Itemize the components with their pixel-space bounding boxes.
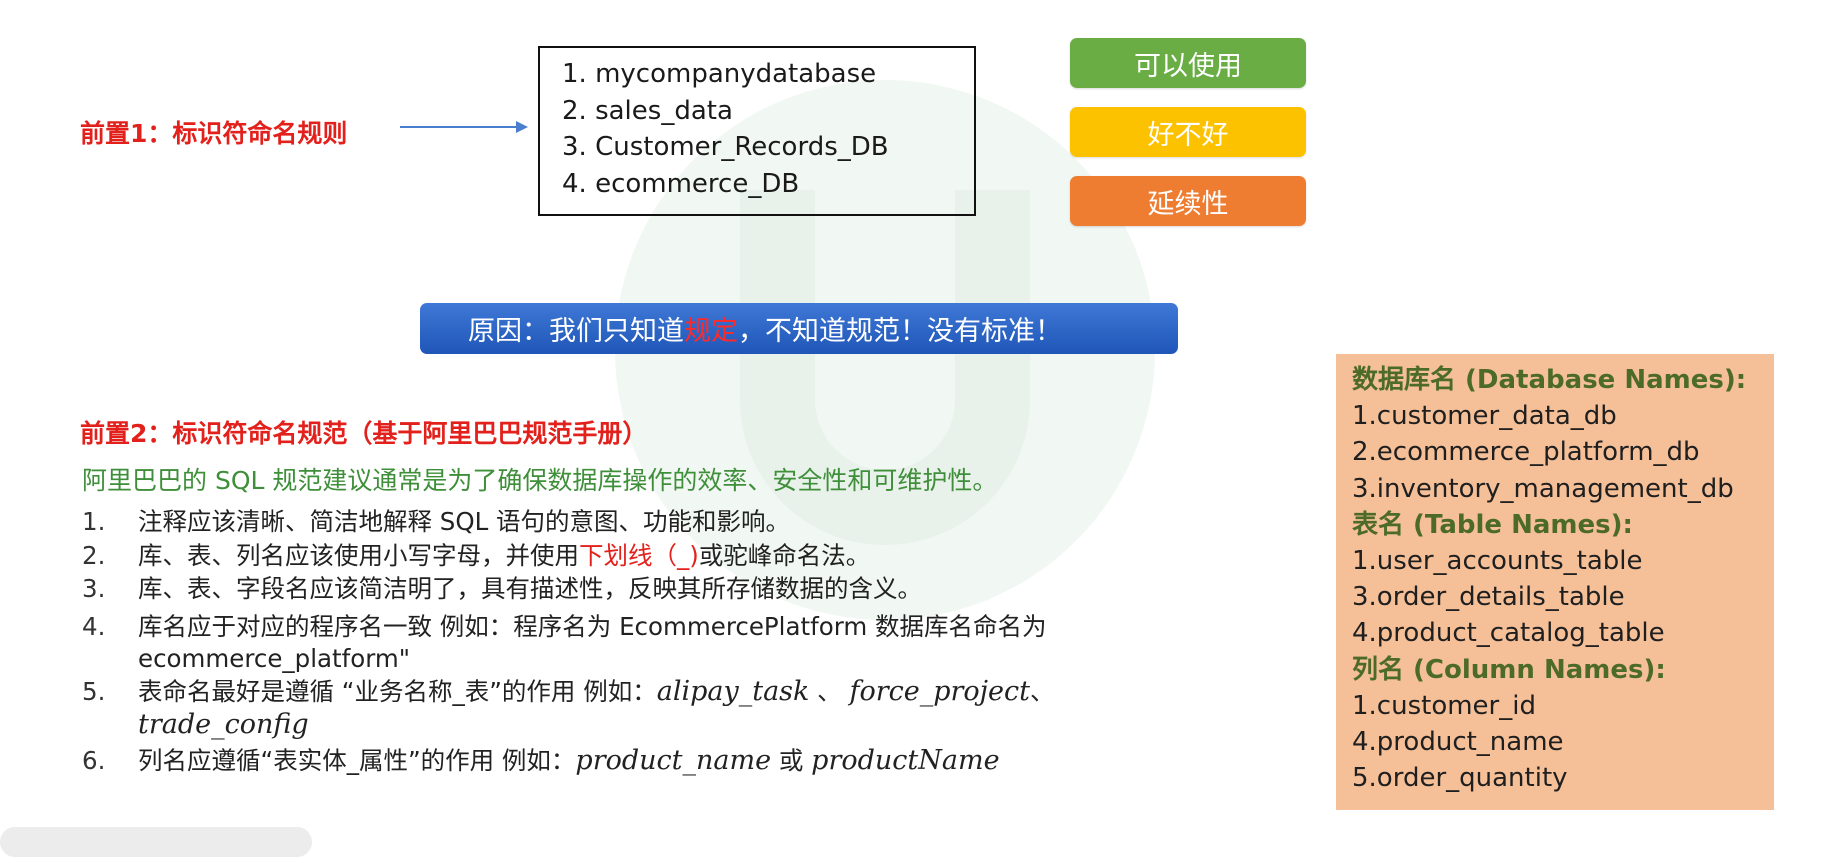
rule2-subtitle: 阿里巴巴的 SQL 规范建议通常是为了确保数据库操作的效率、安全性和可维护性。 [82, 466, 998, 495]
naming-examples-panel: 数据库名 (Database Names): 1.customer_data_d… [1336, 354, 1774, 810]
column-names-header: 列名 (Column Names): [1352, 654, 1666, 685]
list-text: 注释应该清晰、简洁地解释 SQL 语句的意图、功能和影响。 [138, 507, 791, 536]
tag-continuity: 延续性 [1070, 176, 1306, 226]
example-item: 1. mycompanydatabase [562, 59, 877, 89]
arrow-right-icon [400, 121, 528, 133]
list-item: 6. 列名应遵循“表实体_属性”的作用 例如：product_name 或 pro… [82, 746, 1000, 776]
list-number: 3. [82, 574, 106, 603]
list-text: 库名应于对应的程序名一致 例如：程序名为 EcommercePlatform 数… [138, 612, 1047, 641]
list-number: 4. [82, 612, 106, 641]
column-name-item: 5.order_quantity [1352, 763, 1568, 794]
column-name-item: 1.customer_id [1352, 690, 1536, 721]
examples-box: 1. mycompanydatabase 2. sales_data 3. Cu… [538, 46, 976, 216]
example-productName: productName [811, 745, 1000, 776]
table-names-header: 表名 (Table Names): [1352, 509, 1633, 540]
banner-highlight: 规定 [684, 316, 738, 347]
example-item: 4. ecommerce_DB [562, 168, 800, 199]
database-name-item: 1.customer_data_db [1352, 401, 1617, 432]
example-product-name: product_name [575, 745, 772, 776]
tag-good-or-not: 好不好 [1070, 107, 1306, 157]
list-item: 4. 库名应于对应的程序名一致 例如：程序名为 EcommercePlatform… [82, 612, 1047, 642]
example-item: 3. Customer_Records_DB [562, 132, 889, 162]
tag-usable: 可以使用 [1070, 38, 1306, 88]
database-names-header: 数据库名 (Database Names): [1352, 365, 1747, 395]
banner-prefix: 原因：我们只知道 [468, 316, 684, 347]
list-text: 表命名最好是遵循 “业务名称_表”的作用 例如： [138, 677, 657, 706]
separator: 、 [1030, 677, 1055, 706]
table-name-item: 3.order_details_table [1352, 582, 1625, 613]
list-text: 库、表、列名应该使用小写字母，并使用 [138, 541, 579, 570]
list-number: 5. [82, 677, 106, 706]
rule1-title: 前置1：标识符命名规则 [80, 119, 348, 148]
list-number: 1. [82, 507, 106, 536]
list-item: 1. 注释应该清晰、简洁地解释 SQL 语句的意图、功能和影响。 [82, 507, 790, 537]
list-text: 列名应遵循“表实体_属性”的作用 例如： [138, 746, 576, 775]
example-trade-config: trade_config [138, 709, 309, 740]
list-text: 库、表、字段名应该简洁明了，具有描述性，反映其所存储数据的含义。 [138, 574, 922, 603]
example-force-project: force_project [849, 676, 1030, 707]
list-continuation: ecommerce_platform" [138, 644, 411, 673]
underscore-highlight: 下划线（_) [579, 541, 699, 570]
banner-suffix: ，不知道规范！没有标准！ [738, 316, 1062, 347]
example-item: 2. sales_data [562, 95, 733, 126]
table-name-item: 4.product_catalog_table [1352, 618, 1665, 649]
rule2-title: 前置2：标识符命名规范（基于阿里巴巴规范手册） [80, 419, 648, 448]
list-number: 6. [82, 746, 106, 775]
list-item: 2. 库、表、列名应该使用小写字母，并使用下划线（_)或驼峰命名法。 [82, 541, 870, 571]
example-alipay-task: alipay_task [656, 676, 810, 707]
table-name-item: 1.user_accounts_table [1352, 546, 1643, 577]
list-item: 5. 表命名最好是遵循 “业务名称_表”的作用 例如：alipay_task 、 … [82, 677, 1055, 707]
column-name-item: 4.product_name [1352, 727, 1564, 758]
list-text: 或驼峰命名法。 [698, 541, 871, 570]
database-name-item: 2.ecommerce_platform_db [1352, 437, 1700, 468]
database-name-item: 3.inventory_management_db [1352, 473, 1734, 504]
bottom-tab [0, 827, 312, 857]
separator: 或 [771, 746, 812, 775]
reason-banner: 原因：我们只知道 规定 ，不知道规范！没有标准！ [420, 303, 1178, 354]
separator: 、 [809, 677, 850, 706]
list-item: 3. 库、表、字段名应该简洁明了，具有描述性，反映其所存储数据的含义。 [82, 574, 922, 604]
list-number: 2. [82, 541, 106, 570]
